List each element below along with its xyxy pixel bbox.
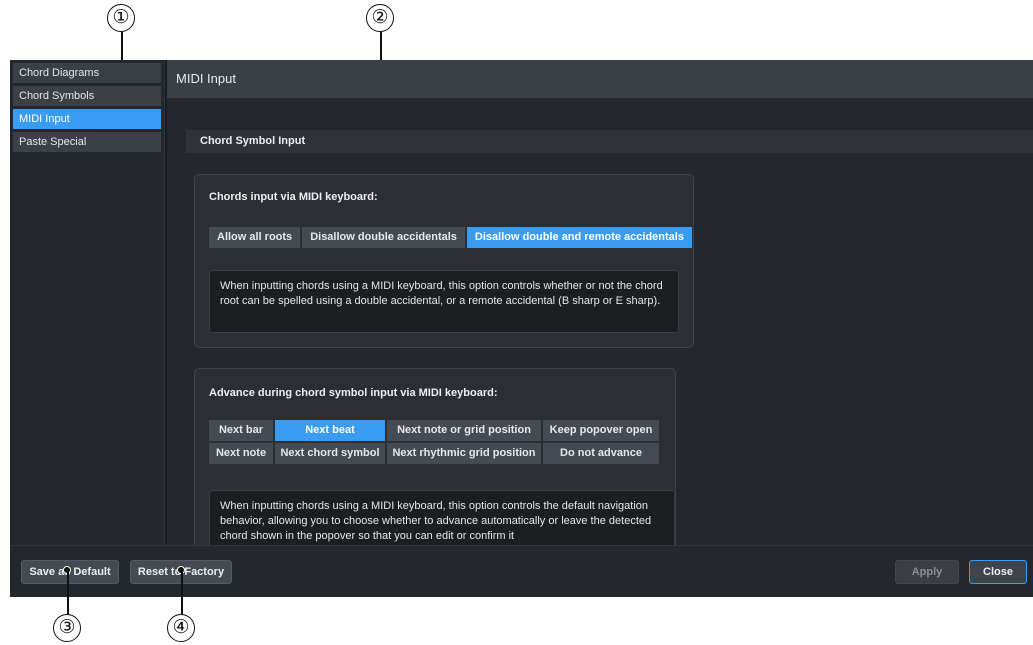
page-title: MIDI Input (167, 60, 1033, 98)
option-next-beat[interactable]: Next beat (275, 420, 385, 441)
option-next-chord-symbol[interactable]: Next chord symbol (275, 443, 385, 464)
panel-title: Advance during chord symbol input via MI… (209, 387, 498, 399)
sidebar-item-chord-symbols[interactable]: Chord Symbols (13, 86, 161, 106)
option-disallow-double-accidentals[interactable]: Disallow double accidentals (302, 227, 465, 248)
chords-input-panel: Chords input via MIDI keyboard: Allow al… (194, 174, 694, 348)
close-button[interactable]: Close (969, 560, 1027, 584)
panel-title: Chords input via MIDI keyboard: (209, 191, 378, 203)
option-next-note[interactable]: Next note (209, 443, 273, 464)
content-pane: MIDI Input Chord Symbol Input Chords inp… (167, 60, 1033, 545)
advance-panel: Advance during chord symbol input via MI… (194, 368, 676, 545)
advance-segmented-control: Next bar Next beat Next note or grid pos… (209, 420, 659, 464)
option-description: When inputting chords using a MIDI keybo… (209, 490, 675, 545)
callout-4-leader (181, 570, 183, 616)
callout-1: ① (107, 4, 135, 32)
option-disallow-double-remote-accidentals[interactable]: Disallow double and remote accidentals (466, 227, 692, 248)
option-allow-all-roots[interactable]: Allow all roots (209, 227, 301, 248)
sidebar-item-paste-special[interactable]: Paste Special (13, 132, 161, 152)
screenshot-stage: ① ② Chord Diagrams Chord Symbols MIDI In… (0, 0, 1033, 645)
option-next-note-or-grid-position[interactable]: Next note or grid position (387, 420, 541, 441)
callout-4: ④ (167, 614, 195, 642)
apply-button[interactable]: Apply (895, 560, 959, 584)
section-header: Chord Symbol Input (186, 130, 1033, 153)
chords-input-segmented-control: Allow all roots Disallow double accident… (209, 227, 692, 248)
callout-2: ② (366, 4, 394, 32)
sidebar: Chord Diagrams Chord Symbols MIDI Input … (10, 60, 165, 545)
option-next-rhythmic-grid-position[interactable]: Next rhythmic grid position (387, 443, 541, 464)
sidebar-item-chord-diagrams[interactable]: Chord Diagrams (13, 63, 161, 83)
preferences-dialog: Chord Diagrams Chord Symbols MIDI Input … (10, 60, 1033, 597)
option-description: When inputting chords using a MIDI keybo… (209, 270, 679, 333)
option-keep-popover-open[interactable]: Keep popover open (543, 420, 659, 441)
option-next-bar[interactable]: Next bar (209, 420, 273, 441)
sidebar-item-midi-input[interactable]: MIDI Input (13, 109, 161, 129)
callout-3-leader (67, 570, 69, 616)
option-do-not-advance[interactable]: Do not advance (543, 443, 659, 464)
callout-3: ③ (53, 614, 81, 642)
dialog-footer: Save as Default Reset to Factory Apply C… (10, 545, 1033, 597)
